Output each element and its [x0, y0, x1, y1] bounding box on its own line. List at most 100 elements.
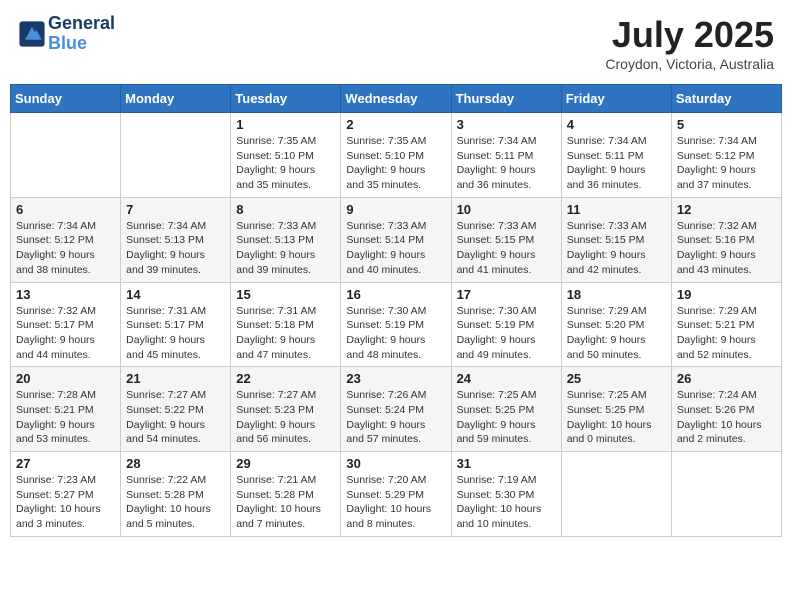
day-info: Sunrise: 7:34 AM Sunset: 5:11 PM Dayligh…: [567, 134, 666, 193]
weekday-header: Wednesday: [341, 85, 451, 113]
calendar-day-cell: [561, 452, 671, 537]
calendar-week-row: 6 Sunrise: 7:34 AM Sunset: 5:12 PM Daylig…: [11, 197, 782, 282]
calendar-day-cell: 25 Sunrise: 7:25 AM Sunset: 5:25 PM Dayli…: [561, 367, 671, 452]
day-info: Sunrise: 7:22 AM Sunset: 5:28 PM Dayligh…: [126, 473, 225, 532]
day-number: 19: [677, 287, 776, 302]
calendar-day-cell: 6 Sunrise: 7:34 AM Sunset: 5:12 PM Daylig…: [11, 197, 121, 282]
day-info: Sunrise: 7:33 AM Sunset: 5:15 PM Dayligh…: [567, 219, 666, 278]
day-number: 6: [16, 202, 115, 217]
day-number: 1: [236, 117, 335, 132]
day-number: 5: [677, 117, 776, 132]
calendar-day-cell: 29 Sunrise: 7:21 AM Sunset: 5:28 PM Dayli…: [231, 452, 341, 537]
page-header: General Blue July 2025 Croydon, Victoria…: [10, 10, 782, 76]
calendar-day-cell: [671, 452, 781, 537]
day-number: 11: [567, 202, 666, 217]
calendar-week-row: 27Sunrise: 7:23 AM Sunset: 5:27 PM Dayli…: [11, 452, 782, 537]
calendar-week-row: 20 Sunrise: 7:28 AM Sunset: 5:21 PM Dayli…: [11, 367, 782, 452]
calendar-day-cell: 24 Sunrise: 7:25 AM Sunset: 5:25 PM Dayli…: [451, 367, 561, 452]
calendar-day-cell: [121, 113, 231, 198]
day-info: Sunrise: 7:29 AM Sunset: 5:21 PM Dayligh…: [677, 304, 776, 363]
day-info: Sunrise: 7:30 AM Sunset: 5:19 PM Dayligh…: [457, 304, 556, 363]
day-info: Sunrise: 7:25 AM Sunset: 5:25 PM Dayligh…: [567, 388, 666, 447]
calendar-day-cell: 11 Sunrise: 7:33 AM Sunset: 5:15 PM Dayli…: [561, 197, 671, 282]
day-info: Sunrise: 7:32 AM Sunset: 5:17 PM Dayligh…: [16, 304, 115, 363]
calendar-week-row: 1 Sunrise: 7:35 AM Sunset: 5:10 PM Daylig…: [11, 113, 782, 198]
month-year-title: July 2025: [605, 14, 774, 56]
calendar-day-cell: [11, 113, 121, 198]
day-number: 13: [16, 287, 115, 302]
calendar-day-cell: 22Sunrise: 7:27 AM Sunset: 5:23 PM Dayli…: [231, 367, 341, 452]
location-subtitle: Croydon, Victoria, Australia: [605, 56, 774, 72]
day-info: Sunrise: 7:32 AM Sunset: 5:16 PM Dayligh…: [677, 219, 776, 278]
day-number: 20: [16, 371, 115, 386]
day-number: 25: [567, 371, 666, 386]
calendar-day-cell: 21 Sunrise: 7:27 AM Sunset: 5:22 PM Dayli…: [121, 367, 231, 452]
day-info: Sunrise: 7:31 AM Sunset: 5:17 PM Dayligh…: [126, 304, 225, 363]
day-number: 30: [346, 456, 445, 471]
calendar-header-row: SundayMondayTuesdayWednesdayThursdayFrid…: [11, 85, 782, 113]
weekday-header: Monday: [121, 85, 231, 113]
day-info: Sunrise: 7:31 AM Sunset: 5:18 PM Dayligh…: [236, 304, 335, 363]
day-number: 18: [567, 287, 666, 302]
day-number: 12: [677, 202, 776, 217]
day-number: 27: [16, 456, 115, 471]
day-info: Sunrise: 7:29 AM Sunset: 5:20 PM Dayligh…: [567, 304, 666, 363]
day-info: Sunrise: 7:19 AM Sunset: 5:30 PM Dayligh…: [457, 473, 556, 532]
day-number: 15: [236, 287, 335, 302]
day-number: 14: [126, 287, 225, 302]
calendar-day-cell: 14 Sunrise: 7:31 AM Sunset: 5:17 PM Dayli…: [121, 282, 231, 367]
calendar-day-cell: 3 Sunrise: 7:34 AM Sunset: 5:11 PM Daylig…: [451, 113, 561, 198]
day-number: 9: [346, 202, 445, 217]
day-info: Sunrise: 7:20 AM Sunset: 5:29 PM Dayligh…: [346, 473, 445, 532]
calendar-day-cell: 19 Sunrise: 7:29 AM Sunset: 5:21 PM Dayli…: [671, 282, 781, 367]
day-info: Sunrise: 7:30 AM Sunset: 5:19 PM Dayligh…: [346, 304, 445, 363]
logo-text: General Blue: [48, 14, 115, 54]
calendar-day-cell: 16Sunrise: 7:30 AM Sunset: 5:19 PM Dayli…: [341, 282, 451, 367]
calendar-day-cell: 28 Sunrise: 7:22 AM Sunset: 5:28 PM Dayli…: [121, 452, 231, 537]
calendar-day-cell: 8 Sunrise: 7:33 AM Sunset: 5:13 PM Daylig…: [231, 197, 341, 282]
calendar-day-cell: 31Sunrise: 7:19 AM Sunset: 5:30 PM Dayli…: [451, 452, 561, 537]
day-info: Sunrise: 7:34 AM Sunset: 5:11 PM Dayligh…: [457, 134, 556, 193]
day-number: 10: [457, 202, 556, 217]
day-info: Sunrise: 7:33 AM Sunset: 5:13 PM Dayligh…: [236, 219, 335, 278]
day-number: 2: [346, 117, 445, 132]
calendar-day-cell: 15 Sunrise: 7:31 AM Sunset: 5:18 PM Dayli…: [231, 282, 341, 367]
calendar-day-cell: 18 Sunrise: 7:29 AM Sunset: 5:20 PM Dayli…: [561, 282, 671, 367]
logo-icon: [18, 20, 46, 48]
day-info: Sunrise: 7:25 AM Sunset: 5:25 PM Dayligh…: [457, 388, 556, 447]
day-number: 23: [346, 371, 445, 386]
calendar-day-cell: 9Sunrise: 7:33 AM Sunset: 5:14 PM Daylig…: [341, 197, 451, 282]
calendar-day-cell: 2 Sunrise: 7:35 AM Sunset: 5:10 PM Daylig…: [341, 113, 451, 198]
logo: General Blue: [18, 14, 115, 54]
calendar-day-cell: 13 Sunrise: 7:32 AM Sunset: 5:17 PM Dayli…: [11, 282, 121, 367]
calendar-day-cell: 20 Sunrise: 7:28 AM Sunset: 5:21 PM Dayli…: [11, 367, 121, 452]
day-number: 3: [457, 117, 556, 132]
day-number: 17: [457, 287, 556, 302]
calendar-day-cell: 12 Sunrise: 7:32 AM Sunset: 5:16 PM Dayli…: [671, 197, 781, 282]
calendar-day-cell: 17 Sunrise: 7:30 AM Sunset: 5:19 PM Dayli…: [451, 282, 561, 367]
weekday-header: Saturday: [671, 85, 781, 113]
day-number: 4: [567, 117, 666, 132]
title-section: July 2025 Croydon, Victoria, Australia: [605, 14, 774, 72]
calendar-week-row: 13 Sunrise: 7:32 AM Sunset: 5:17 PM Dayli…: [11, 282, 782, 367]
day-number: 8: [236, 202, 335, 217]
day-info: Sunrise: 7:24 AM Sunset: 5:26 PM Dayligh…: [677, 388, 776, 447]
calendar-day-cell: 5Sunrise: 7:34 AM Sunset: 5:12 PM Daylig…: [671, 113, 781, 198]
weekday-header: Sunday: [11, 85, 121, 113]
day-number: 24: [457, 371, 556, 386]
day-number: 26: [677, 371, 776, 386]
day-info: Sunrise: 7:35 AM Sunset: 5:10 PM Dayligh…: [236, 134, 335, 193]
calendar-day-cell: 7Sunrise: 7:34 AM Sunset: 5:13 PM Daylig…: [121, 197, 231, 282]
day-info: Sunrise: 7:34 AM Sunset: 5:12 PM Dayligh…: [16, 219, 115, 278]
weekday-header: Tuesday: [231, 85, 341, 113]
day-number: 7: [126, 202, 225, 217]
calendar-table: SundayMondayTuesdayWednesdayThursdayFrid…: [10, 84, 782, 537]
day-number: 29: [236, 456, 335, 471]
day-number: 21: [126, 371, 225, 386]
day-info: Sunrise: 7:21 AM Sunset: 5:28 PM Dayligh…: [236, 473, 335, 532]
calendar-day-cell: 26 Sunrise: 7:24 AM Sunset: 5:26 PM Dayli…: [671, 367, 781, 452]
day-info: Sunrise: 7:28 AM Sunset: 5:21 PM Dayligh…: [16, 388, 115, 447]
day-info: Sunrise: 7:27 AM Sunset: 5:22 PM Dayligh…: [126, 388, 225, 447]
day-info: Sunrise: 7:35 AM Sunset: 5:10 PM Dayligh…: [346, 134, 445, 193]
day-number: 28: [126, 456, 225, 471]
